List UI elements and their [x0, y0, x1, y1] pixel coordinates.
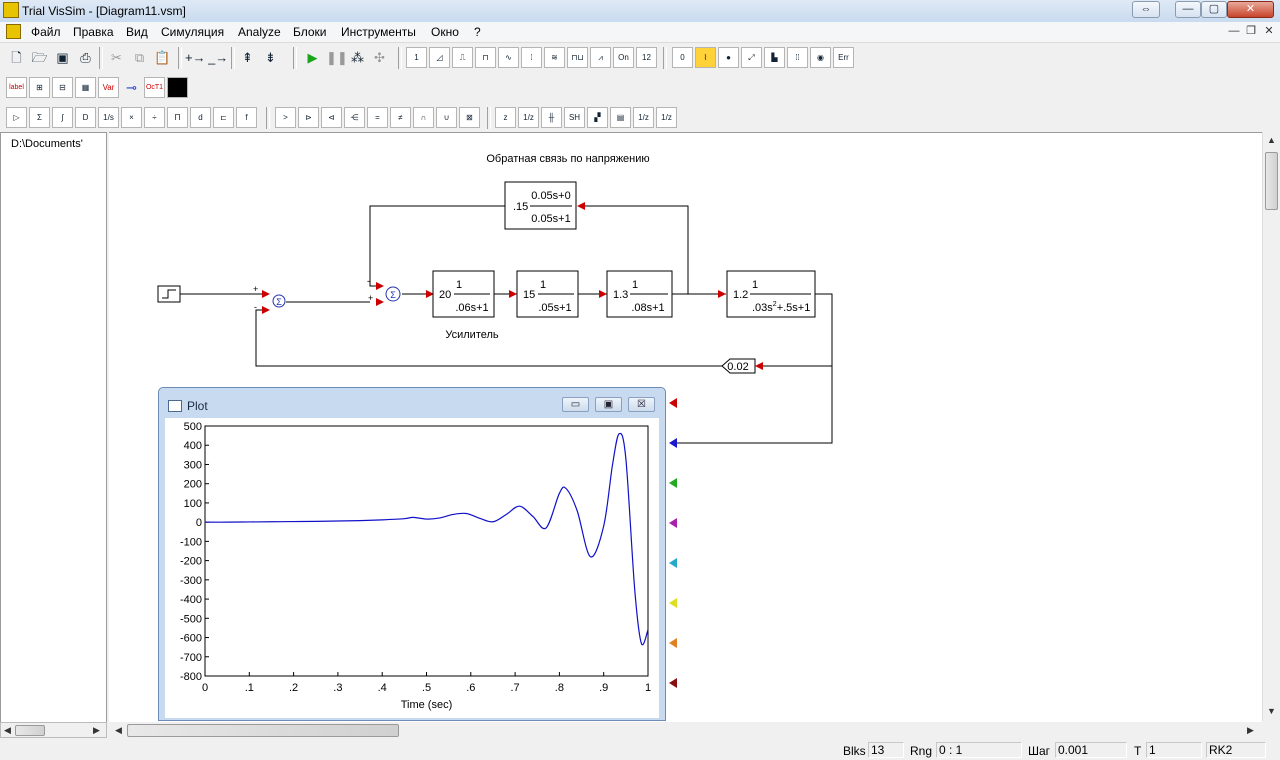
plot-input-port-1[interactable]: [669, 398, 677, 408]
plot-close-button[interactable]: ☒: [628, 397, 655, 412]
sum1-minus-sign: -: [254, 302, 257, 312]
y-tick-label: 300: [184, 459, 202, 471]
y-tick-label: 200: [184, 479, 202, 491]
x-tick-label: .4: [378, 682, 387, 694]
block4-gain: 1.2: [733, 289, 748, 301]
block2-numerator: 1: [540, 279, 546, 291]
y-tick-label: -400: [180, 594, 202, 606]
plot-maximize-button[interactable]: ▣: [595, 397, 622, 412]
block3-gain: 1.3: [613, 289, 628, 301]
plot-input-port-8[interactable]: [669, 678, 677, 688]
block1-gain: 20: [439, 289, 451, 301]
y-tick-label: 100: [184, 498, 202, 510]
status-bar: Blks 13 Rng 0 : 1 Шаг 0.001 T 1 RK2: [0, 740, 1280, 760]
scroll-left-icon[interactable]: ◀: [115, 725, 122, 736]
block1-denominator: .06s+1: [455, 302, 488, 314]
plot-input-port-7[interactable]: [669, 638, 677, 648]
x-tick-label: .7: [511, 682, 520, 694]
plot-input-port-2[interactable]: [669, 438, 677, 448]
x-tick-label: .5: [422, 682, 431, 694]
feedback-denominator: 0.05s+1: [531, 213, 570, 225]
feedback-caption: Обратная связь по напряжению: [486, 153, 649, 165]
x-tick-label: 1: [645, 682, 651, 694]
canvas-vscroll[interactable]: ▲ ▼: [1262, 132, 1280, 721]
integration-method: RK2: [1206, 742, 1266, 758]
x-tick-label: .6: [466, 682, 475, 694]
plot-input-port-6[interactable]: [669, 598, 677, 608]
sum1-plus-sign: +: [253, 284, 258, 294]
line-chart: 500 400 300 200 100 0 -100 -200 -300 -400 -500 -600…: [180, 421, 651, 711]
block4-numerator: 1: [752, 279, 758, 291]
y-tick-label: -100: [180, 536, 202, 548]
blocks-label: Blks: [843, 744, 866, 758]
x-tick-label: .9: [599, 682, 608, 694]
feedback-numerator: 0.05s+0: [531, 190, 570, 202]
scroll-up-icon[interactable]: ▲: [1267, 135, 1276, 145]
sigma-icon: Σ: [390, 290, 396, 300]
y-tick-label: -800: [180, 671, 202, 683]
x-tick-label: .3: [333, 682, 342, 694]
scroll-thumb[interactable]: [1265, 152, 1278, 210]
x-tick-label: .1: [245, 682, 254, 694]
y-tick-label: -300: [180, 575, 202, 587]
plot-title: Plot: [187, 399, 208, 413]
blocks-count: 13: [868, 742, 904, 758]
step-label: Шаг: [1028, 744, 1051, 758]
sigma-icon: Σ: [276, 297, 282, 307]
y-tick-label: -200: [180, 556, 202, 568]
amplifier-caption: Усилитель: [445, 329, 499, 341]
gain-value: 0.02: [727, 361, 748, 373]
sum2-top-sign: -: [367, 276, 370, 286]
block4-den-a: .03s: [752, 302, 773, 314]
range-label: Rng: [910, 744, 933, 758]
plot-minimize-button[interactable]: ▭: [562, 397, 589, 412]
x-axis-label: Time (sec): [401, 699, 453, 711]
plot-window-icon: [168, 400, 182, 412]
block3-denominator: .08s+1: [631, 302, 664, 314]
range-value: 0 : 1: [936, 742, 1022, 758]
series-line-1: [204, 432, 649, 646]
plot-area: 500 400 300 200 100 0 -100 -200 -300 -400 -500 -600…: [165, 418, 659, 718]
block4-denominator: .03s2+.5s+1: [752, 301, 810, 314]
y-tick-label: 400: [184, 440, 202, 452]
block2-gain: 15: [523, 289, 535, 301]
block3-numerator: 1: [632, 279, 638, 291]
y-tick-label: -500: [180, 613, 202, 625]
y-tick-label: 0: [196, 517, 202, 529]
x-tick-label: .2: [289, 682, 298, 694]
block1-numerator: 1: [456, 279, 462, 291]
scroll-down-icon[interactable]: ▼: [1267, 706, 1276, 716]
plot-window[interactable]: Plot ▭ ▣ ☒ 500 400 300 200 100 0 -100 -200 -300 -…: [158, 387, 666, 721]
plot-input-ports: [669, 398, 677, 688]
canvas-hscroll[interactable]: ◀ ▶: [109, 722, 1262, 739]
plot-input-port-5[interactable]: [669, 558, 677, 568]
plot-input-port-4[interactable]: [669, 518, 677, 528]
plot-frame: [204, 425, 649, 677]
scroll-thumb[interactable]: [127, 724, 399, 737]
time-label: T: [1134, 744, 1142, 758]
y-tick-label: 500: [184, 421, 202, 433]
plot-input-port-3[interactable]: [669, 478, 677, 488]
sum2-plus-sign: +: [368, 293, 373, 303]
feedback-gain: .15: [513, 201, 528, 213]
x-tick-label: .8: [555, 682, 564, 694]
x-tick-label: 0: [202, 682, 208, 694]
step-source-block[interactable]: [157, 285, 181, 303]
y-tick-label: -700: [180, 652, 202, 664]
scroll-right-icon[interactable]: ▶: [1247, 725, 1254, 736]
time-value: 1: [1146, 742, 1202, 758]
block2-denominator: .05s+1: [538, 302, 571, 314]
step-value: 0.001: [1055, 742, 1127, 758]
block4-den-b: +.5s+1: [777, 302, 811, 314]
y-tick-label: -600: [180, 633, 202, 645]
